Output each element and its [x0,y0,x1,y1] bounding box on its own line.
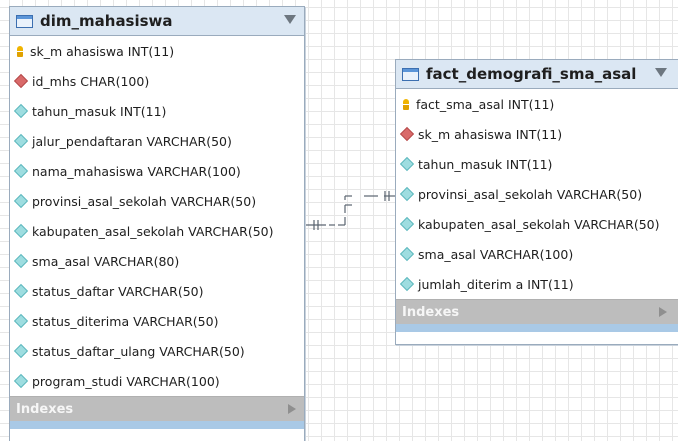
column-icon [399,186,415,202]
table-dim-mahasiswa[interactable]: dim_mahasiswa sk_m ahasiswa INT(11) id_mh… [9,6,305,441]
indexes-label: Indexes [402,304,460,320]
column-row[interactable]: sk_m ahasiswa INT(11) [10,36,304,66]
column-label: kabupaten_asal_sekolah VARCHAR(50) [32,223,274,239]
table-footer [10,421,304,429]
column-row[interactable]: provinsi_asal_sekolah VARCHAR(50) [10,186,304,216]
column-label: tahun_masuk INT(11) [418,156,553,172]
column-row[interactable]: id_mhs CHAR(100) [10,66,304,96]
column-row[interactable]: sk_m ahasiswa INT(11) [396,119,678,149]
column-row[interactable]: tahun_masuk INT(11) [10,96,304,126]
column-icon [399,276,415,292]
table-icon [402,67,419,81]
table-icon [16,14,33,28]
column-row[interactable]: jumlah_diterim a INT(11) [396,269,678,299]
column-label: program_studi VARCHAR(100) [32,373,220,389]
column-label: sma_asal VARCHAR(80) [32,253,180,269]
column-label: status_diterima VARCHAR(50) [32,313,219,329]
column-label: nama_mahasiswa VARCHAR(100) [32,163,241,179]
column-icon [399,156,415,172]
column-label: status_daftar_ulang VARCHAR(50) [32,343,245,359]
foreign-key-icon [13,73,29,89]
column-icon [13,163,29,179]
column-row[interactable]: jalur_pendaftaran VARCHAR(50) [10,126,304,156]
column-icon [13,283,29,299]
column-icon [13,103,29,119]
column-row[interactable]: sma_asal VARCHAR(100) [396,239,678,269]
column-row[interactable]: status_diterima VARCHAR(50) [10,306,304,336]
column-label: provinsi_asal_sekolah VARCHAR(50) [418,186,643,202]
indexes-section[interactable]: Indexes [396,299,678,324]
expand-arrow-icon[interactable] [659,307,667,317]
column-icon [13,253,29,269]
column-list: fact_sma_asal INT(11) sk_m ahasiswa INT(1… [396,89,678,299]
column-label: fact_sma_asal INT(11) [416,96,555,112]
column-icon [399,246,415,262]
expand-arrow-icon[interactable] [288,404,296,414]
collapse-arrow-icon[interactable] [284,15,296,24]
column-label: id_mhs CHAR(100) [32,73,150,89]
column-icon [13,193,29,209]
column-icon [13,373,29,389]
column-label: status_daftar VARCHAR(50) [32,283,204,299]
diagram-canvas: dim_mahasiswa sk_m ahasiswa INT(11) id_mh… [0,0,678,441]
column-icon [13,313,29,329]
table-header[interactable]: fact_demografi_sma_asal [396,60,678,89]
column-row[interactable]: kabupaten_asal_sekolah VARCHAR(50) [10,216,304,246]
foreign-key-icon [399,126,415,142]
table-footer [396,324,678,332]
primary-key-icon [403,98,409,110]
table-header[interactable]: dim_mahasiswa [10,7,304,36]
collapse-arrow-icon[interactable] [655,68,667,77]
column-label: sma_asal VARCHAR(100) [418,246,574,262]
column-row[interactable]: sma_asal VARCHAR(80) [10,246,304,276]
column-list: sk_m ahasiswa INT(11) id_mhs CHAR(100) tah… [10,36,304,396]
column-icon [13,223,29,239]
column-row[interactable]: nama_mahasiswa VARCHAR(100) [10,156,304,186]
column-icon [399,216,415,232]
column-row[interactable]: status_daftar_ulang VARCHAR(50) [10,336,304,366]
indexes-section[interactable]: Indexes [10,396,304,421]
column-label: jumlah_diterim a INT(11) [418,276,574,292]
column-icon [13,133,29,149]
column-label: provinsi_asal_sekolah VARCHAR(50) [32,193,257,209]
table-title: dim_mahasiswa [40,12,173,30]
column-label: sk_m ahasiswa INT(11) [418,126,563,142]
column-row[interactable]: provinsi_asal_sekolah VARCHAR(50) [396,179,678,209]
column-row[interactable]: tahun_masuk INT(11) [396,149,678,179]
table-fact-demografi-sma-asal[interactable]: fact_demografi_sma_asal fact_sma_asal IN… [395,59,678,345]
table-title: fact_demografi_sma_asal [426,65,637,83]
column-label: sk_m ahasiswa INT(11) [30,43,175,59]
indexes-label: Indexes [16,401,74,417]
column-label: kabupaten_asal_sekolah VARCHAR(50) [418,216,660,232]
column-label: jalur_pendaftaran VARCHAR(50) [32,133,232,149]
column-row[interactable]: status_daftar VARCHAR(50) [10,276,304,306]
column-icon [13,343,29,359]
column-row[interactable]: program_studi VARCHAR(100) [10,366,304,396]
column-row[interactable]: kabupaten_asal_sekolah VARCHAR(50) [396,209,678,239]
column-label: tahun_masuk INT(11) [32,103,167,119]
column-row[interactable]: fact_sma_asal INT(11) [396,89,678,119]
primary-key-icon [17,45,23,57]
